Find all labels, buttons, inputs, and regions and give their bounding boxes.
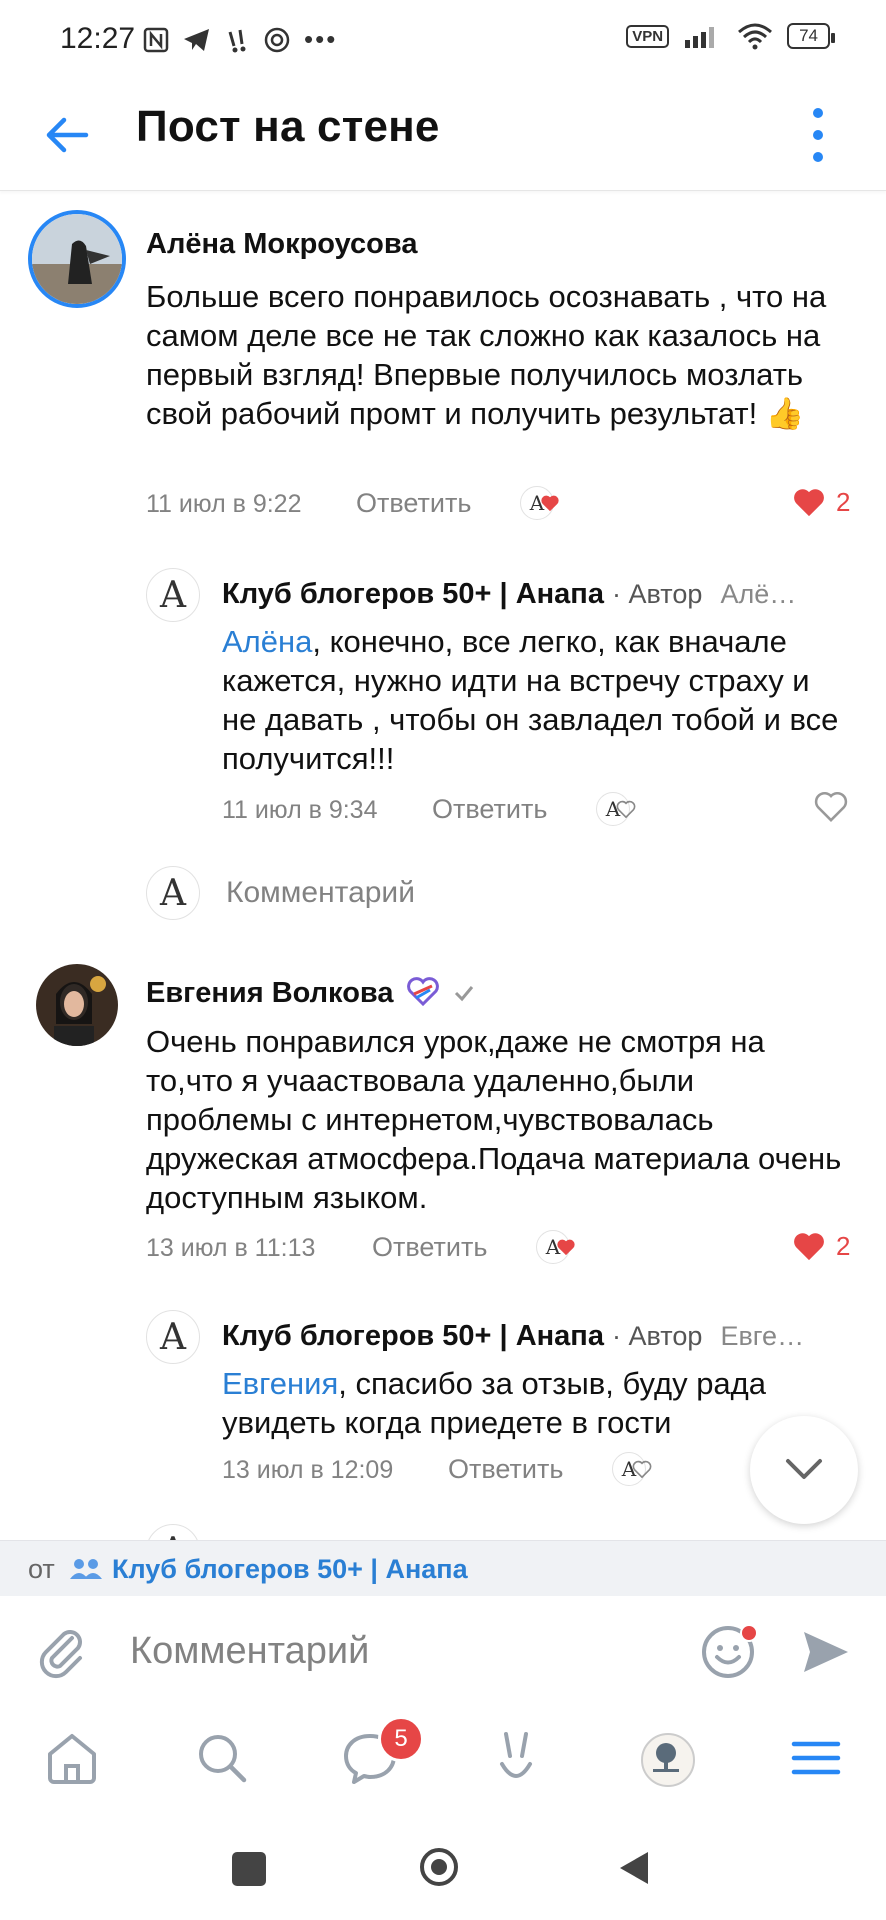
reply-button[interactable]: Ответить <box>432 794 547 825</box>
avatar-photo <box>32 214 122 304</box>
mention-link[interactable]: Евгения <box>222 1366 338 1401</box>
avatar[interactable] <box>28 210 126 308</box>
like-button[interactable]: 2 <box>792 1230 850 1262</box>
reply-button[interactable]: Ответить <box>448 1454 563 1485</box>
signal-icon <box>685 27 715 48</box>
like-button[interactable]: 2 <box>792 486 850 518</box>
comment-date: 13 июл в 11:13 <box>146 1234 316 1262</box>
vpn-icon: VPN <box>626 24 670 48</box>
messages-badge: 5 <box>378 1716 424 1762</box>
mini-heart-outline-icon <box>632 1460 652 1478</box>
mini-heart-outline-icon <box>616 800 636 818</box>
nfc-icon <box>143 27 169 52</box>
comment-input[interactable]: Комментарий <box>130 1630 369 1673</box>
comment-text: Очень понравился урок,даже не смотря на … <box>146 1024 842 1215</box>
scroll-down-button[interactable] <box>750 1416 858 1524</box>
arrow-left-icon <box>46 117 89 153</box>
thumbs-up-emoji: 👍 <box>765 396 805 431</box>
new-indicator-dot <box>740 1624 758 1642</box>
reply-to-label: Евге… <box>720 1321 805 1351</box>
mini-heart-icon <box>557 1239 575 1256</box>
bottom-navigation: 5 <box>0 1706 886 1818</box>
wifi-icon <box>738 23 773 50</box>
comment-author[interactable]: Клуб блогеров 50+ | Анапа · Автор Евге… <box>222 1320 804 1353</box>
search-icon <box>199 1735 247 1783</box>
comment-date: 11 июл в 9:22 <box>146 490 302 518</box>
author-tag: · Автор <box>612 1321 703 1351</box>
like-count: 2 <box>836 1230 851 1261</box>
page-title: Пост на стене <box>136 102 440 151</box>
nav-menu[interactable] <box>786 1728 846 1788</box>
more-menu-button[interactable] <box>808 104 828 166</box>
comment-date: 13 июл в 12:09 <box>222 1456 394 1484</box>
mention-link[interactable]: Алёна <box>222 624 312 659</box>
chatgpt-icon <box>264 27 290 52</box>
app-header: Пост на стене <box>0 80 886 191</box>
system-navigation <box>0 1818 886 1920</box>
clips-icon <box>500 1732 532 1778</box>
nav-search[interactable] <box>192 1728 252 1788</box>
comment-author[interactable]: Алёна Мокроусова <box>146 228 417 261</box>
status-bar: 12:27 ••• VPN 74 <box>0 0 886 80</box>
heart-filled-icon <box>794 1233 824 1261</box>
nav-profile[interactable] <box>636 1728 696 1788</box>
recent-apps-button[interactable] <box>232 1852 266 1886</box>
notification-dot-icon <box>228 29 246 52</box>
status-right: VPN 74 <box>626 22 835 50</box>
nav-clips[interactable] <box>486 1728 546 1788</box>
battery-icon: 74 <box>787 23 835 49</box>
home-dot-icon <box>431 1859 447 1875</box>
dot-icon <box>813 108 823 118</box>
reply-comment-placeholder[interactable]: Комментарий <box>226 876 415 910</box>
like-count: 2 <box>836 486 851 517</box>
post-as-selector[interactable]: от Клуб блогеров 50+ | Анапа <box>0 1540 886 1597</box>
dot-icon <box>813 152 823 162</box>
more-notifications-icon: ••• <box>304 24 338 54</box>
avatar[interactable] <box>36 964 118 1046</box>
author-tag: · Автор <box>612 579 703 609</box>
heart-outline-icon[interactable] <box>814 790 848 822</box>
emoji-button[interactable] <box>700 1624 758 1680</box>
verified-check-icon <box>454 986 473 1002</box>
mini-heart-icon <box>541 495 559 512</box>
hamburger-menu-icon <box>791 1741 841 1775</box>
comment-date: 11 июл в 9:34 <box>222 796 378 824</box>
back-button[interactable] <box>40 108 94 162</box>
home-icon <box>48 1734 96 1784</box>
dot-icon <box>813 130 823 140</box>
telegram-icon <box>184 28 209 51</box>
status-time: 12:27 <box>60 22 136 55</box>
paperclip-icon[interactable] <box>36 1624 88 1680</box>
comment-author[interactable]: Клуб блогеров 50+ | Анапа · Автор Алё… <box>222 578 796 611</box>
reply-button[interactable]: Ответить <box>356 488 471 519</box>
home-system-button[interactable] <box>420 1848 458 1886</box>
club-avatar: A <box>146 866 200 920</box>
avatar-photo <box>36 964 118 1046</box>
from-label: от <box>28 1554 55 1584</box>
group-icon <box>70 1559 102 1579</box>
notification-icons: ••• <box>142 24 337 55</box>
comment-text: Больше всего понравилось осознавать , чт… <box>146 279 827 431</box>
send-icon[interactable] <box>800 1626 852 1678</box>
chevron-down-icon <box>786 1459 822 1479</box>
back-system-button[interactable] <box>616 1848 652 1888</box>
from-group-name[interactable]: Клуб блогеров 50+ | Анапа <box>112 1554 468 1585</box>
club-avatar[interactable]: A <box>146 568 200 622</box>
club-avatar[interactable]: A <box>146 1310 200 1364</box>
heart-filled-icon <box>794 489 824 517</box>
reply-button[interactable]: Ответить <box>372 1232 487 1263</box>
profile-avatar <box>641 1733 695 1787</box>
reply-to-label: Алё… <box>720 579 797 609</box>
comment-author[interactable]: Евгения Волкова <box>146 976 476 1010</box>
comment-composer: Комментарий <box>0 1596 886 1707</box>
nav-home[interactable] <box>42 1728 102 1788</box>
comment-text: Алёна, конечно, все легко, как вначале к… <box>222 624 839 776</box>
tree-logo-icon <box>653 1743 679 1772</box>
heart-ribbon-icon <box>406 977 439 1007</box>
comment-text: Евгения, спасибо за отзыв, буду рада уви… <box>222 1366 766 1440</box>
